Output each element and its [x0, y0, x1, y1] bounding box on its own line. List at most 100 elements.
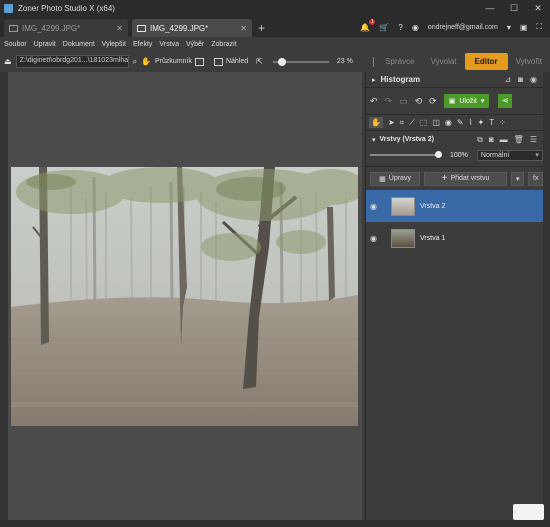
path-field[interactable]: Z:\diginett\obrdg201...\181023mlha [15, 55, 129, 68]
zoom-value: 23 % [336, 58, 353, 65]
chevron-down-icon[interactable]: ▾ [507, 23, 511, 32]
help-button[interactable]: ? [398, 23, 402, 32]
bell-icon[interactable]: 🔔 1 [360, 18, 376, 32]
circle-icon[interactable]: ◉ [530, 75, 537, 84]
top-right-actions: 🔔 1 🛒 ? ◉ ondrejneff@gmail.com ▾ ▣ ⛶ [360, 17, 550, 37]
layers-header[interactable]: ▾ Vrstvy (Vrstva 2) ⧉ ◙ ▬ 🗑 ☰ [366, 131, 543, 148]
explorer-button[interactable]: Průzkumník [155, 57, 204, 66]
add-layer-button[interactable]: + Přidat vrstvu [424, 171, 507, 186]
histogram-options: ⊿ ◙ ◉ [504, 75, 543, 84]
hand-icon[interactable]: ✋ [141, 57, 151, 66]
save-icon: ▣ [448, 98, 456, 105]
bottom-panel-handle[interactable] [0, 520, 550, 527]
left-panel-handle[interactable] [0, 72, 8, 520]
zoom-slider[interactable] [272, 57, 329, 67]
fx-button[interactable]: fx [528, 171, 543, 186]
duplicate-layer-icon[interactable]: ⧉ [477, 135, 483, 145]
eye-icon[interactable]: ◉ [370, 234, 382, 243]
redeye-tool-icon[interactable]: ◉ [445, 118, 452, 127]
redo-icon[interactable]: ↷ [385, 96, 393, 107]
tab-editor[interactable]: Editor [464, 53, 508, 70]
share-button[interactable]: ⋖ [498, 94, 513, 108]
tab-create[interactable]: Vytvořit [508, 51, 550, 72]
account-icon[interactable]: ◉ [412, 23, 419, 32]
tab-close-icon[interactable]: ✕ [240, 24, 247, 33]
tab-label: IMG_4299.JPG* [150, 23, 209, 33]
adjustments-button[interactable]: ▦ Úpravy [370, 171, 421, 186]
layer-item[interactable]: ◉ Vrstva 1 [366, 222, 543, 254]
menu-item-file[interactable]: Soubor [4, 41, 27, 48]
add-tab-button[interactable]: + [258, 19, 265, 37]
clone-tool-icon[interactable]: ✦ [478, 118, 485, 127]
chevron-right-icon[interactable]: ▸ [372, 76, 376, 84]
pointer-tool-icon[interactable]: ➤ [388, 118, 395, 127]
menu-item-layer[interactable]: Vrstva [159, 41, 179, 48]
selection-tool-icon[interactable]: ⬚ [420, 118, 428, 127]
image-info-icon[interactable]: ▭ [399, 96, 408, 107]
right-panel-handle[interactable] [543, 72, 550, 520]
photo-foggy-forest[interactable] [11, 167, 358, 426]
menu-bar: Soubor Upravit Dokument Vylepšit Efekty … [0, 37, 365, 51]
close-window-button[interactable]: ✕ [526, 0, 550, 17]
preview-button[interactable]: Náhled [213, 57, 248, 66]
upload-icon[interactable]: ⏏ [4, 57, 12, 66]
navigation-toolbar: ⏏ Z:\diginett\obrdg201...\181023mlha ⌕ ✋… [0, 53, 365, 70]
tab-manager[interactable]: Správce [377, 51, 422, 72]
tab-document-2[interactable]: IMG_4299.JPG* ✕ [132, 19, 252, 37]
mask-icon[interactable]: ◙ [489, 135, 494, 145]
transform-tool-icon[interactable]: ◫ [432, 118, 440, 127]
zoom-slider-handle[interactable] [277, 57, 286, 66]
chevron-down-icon[interactable]: ▾ [372, 136, 376, 144]
add-layer-label: Přidat vrstvu [450, 175, 490, 182]
brush-tool-icon[interactable]: ✎ [457, 118, 464, 127]
module-tabs: Správce Vyvolat Editor Vytvořit [365, 51, 550, 72]
hand-tool-icon[interactable]: ✋ [369, 117, 383, 128]
opacity-slider[interactable] [370, 151, 442, 159]
menu-icon[interactable]: ☰ [530, 135, 537, 145]
save-button[interactable]: ▣ Uložit ▾ [443, 94, 490, 108]
plus-icon: + [441, 173, 448, 184]
fullscreen-icon[interactable]: ⛶ [536, 22, 542, 32]
tab-document-1[interactable]: IMG_4299.JPG* ✕ [4, 19, 128, 37]
minimize-button[interactable]: — [478, 0, 502, 17]
straighten-tool-icon[interactable]: ⟋ [409, 118, 415, 128]
menu-item-edit[interactable]: Upravit [34, 41, 56, 48]
undo-icon[interactable]: ↶ [370, 96, 378, 107]
maximize-button[interactable]: ☐ [502, 0, 526, 17]
crop-tool-icon[interactable]: ⌗ [400, 118, 405, 128]
shapes-tool-icon[interactable]: ⁘ [499, 118, 506, 127]
text-tool-icon[interactable]: T [489, 118, 494, 127]
photo-image [11, 167, 358, 426]
menu-item-selection[interactable]: Výběr [186, 41, 204, 48]
camera-icon[interactable]: ◙ [518, 75, 523, 84]
image-canvas[interactable] [8, 72, 362, 520]
opacity-slider-handle[interactable] [435, 151, 442, 158]
tab-close-icon[interactable]: ✕ [116, 24, 123, 33]
export-icon[interactable]: ⇱ [256, 57, 263, 66]
folder-icon[interactable]: ▬ [500, 135, 508, 145]
search-icon[interactable]: ⌕ [133, 57, 137, 67]
layer-item[interactable]: ◉ Vrstva 2 [366, 190, 543, 222]
retouch-tool-icon[interactable]: ⌇ [469, 118, 473, 127]
blend-mode-select[interactable]: Normální [476, 149, 543, 161]
cart-icon[interactable]: 🛒 [379, 23, 389, 32]
app-logo-icon [4, 4, 13, 13]
menu-item-effects[interactable]: Efekty [133, 41, 152, 48]
right-panel: ▸ Histogram ⊿ ◙ ◉ ↶ ↷ ▭ ⟲ ⟳ ▣ Uložit ▾ ⋖… [365, 72, 543, 520]
eye-icon[interactable]: ◉ [370, 202, 382, 211]
menu-item-enhance[interactable]: Vylepšit [102, 41, 126, 48]
opacity-value: 100% [450, 151, 468, 159]
add-layer-menu-button[interactable]: ▾ [510, 171, 525, 186]
menu-item-document[interactable]: Dokument [63, 41, 95, 48]
histogram-header[interactable]: ▸ Histogram ⊿ ◙ ◉ [366, 72, 543, 88]
tab-develop[interactable]: Vyvolat [423, 51, 465, 72]
rotate-right-icon[interactable]: ⟳ [429, 96, 437, 107]
trash-icon[interactable]: 🗑 [514, 135, 524, 145]
layout-icon[interactable]: ▣ [520, 23, 528, 32]
navigator-zoom-widget[interactable] [513, 504, 544, 520]
chevron-down-icon[interactable]: ▾ [481, 97, 485, 105]
histogram-mode-icon[interactable]: ⊿ [504, 75, 511, 84]
menu-item-view[interactable]: Zobrazit [211, 41, 236, 48]
account-email[interactable]: ondrejneff@gmail.com [428, 24, 498, 31]
rotate-left-icon[interactable]: ⟲ [415, 96, 423, 107]
